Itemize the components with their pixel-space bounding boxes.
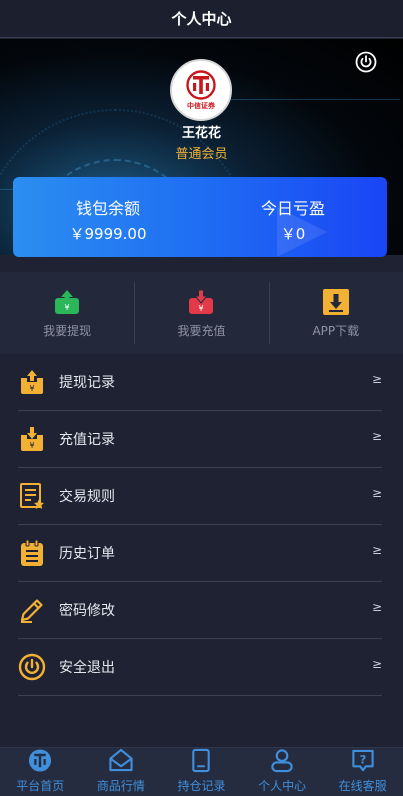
- tab-label: 在线客服: [338, 779, 387, 793]
- today-pnl: 今日亏盈 ￥0: [203, 195, 383, 244]
- rules-document-icon: [20, 483, 44, 509]
- menu-item-deposit-records[interactable]: ¥ 充值记录 ≥: [18, 411, 382, 468]
- today-pnl-value: ￥0: [280, 225, 306, 243]
- username: 王花花: [181, 126, 221, 141]
- download-icon: [322, 288, 349, 315]
- document-icon: [192, 748, 211, 773]
- chevron-right-icon: ≥: [371, 600, 382, 614]
- logo-text: 中信证券: [187, 101, 215, 110]
- svg-text:¥: ¥: [65, 303, 70, 312]
- user-icon: [271, 749, 293, 773]
- withdraw-icon: ¥: [55, 289, 80, 314]
- svg-text:¥: ¥: [199, 304, 204, 313]
- app-download-label: APP下载: [312, 323, 360, 338]
- logout-power-icon[interactable]: [355, 51, 377, 73]
- page-title: 个人中心: [171, 10, 232, 28]
- power-icon: [18, 653, 46, 681]
- svg-text:¥: ¥: [29, 441, 34, 450]
- pencil-icon: [20, 599, 43, 623]
- menu-item-logout[interactable]: 安全退出 ≥: [18, 639, 382, 696]
- wallet-balance-value: ￥9999.00: [69, 225, 147, 243]
- menu-label: 历史订单: [59, 546, 115, 562]
- svg-text:?: ?: [359, 752, 366, 766]
- deposit-button[interactable]: ¥ 我要充值: [134, 272, 268, 354]
- svg-text:¥: ¥: [29, 384, 34, 393]
- menu-item-trading-rules[interactable]: 交易规则 ≥: [18, 468, 382, 525]
- today-pnl-label: 今日亏盈: [260, 199, 325, 218]
- tab-customer-service[interactable]: ? 在线客服: [322, 748, 403, 796]
- citic-logo-icon: [186, 69, 216, 100]
- tab-home[interactable]: 平台首页: [0, 748, 81, 796]
- help-icon: ?: [351, 749, 374, 772]
- tab-positions[interactable]: 持仓记录: [161, 748, 242, 796]
- tab-label: 个人中心: [258, 779, 307, 793]
- bottom-tab-bar: 平台首页 商品行情 持仓记录 个人中心 ? 在线客服: [0, 747, 403, 796]
- withdraw-label: 我要提现: [43, 323, 92, 338]
- withdraw-button[interactable]: ¥ 我要提现: [0, 272, 134, 354]
- tab-label: 商品行情: [96, 779, 145, 793]
- member-level: 普通会员: [175, 147, 228, 162]
- menu-label: 充值记录: [59, 432, 115, 448]
- deposit-icon: ¥: [189, 289, 214, 314]
- home-logo-icon: [29, 749, 52, 772]
- app-download-button[interactable]: APP下载: [268, 272, 403, 354]
- deposit-record-icon: ¥: [21, 427, 43, 451]
- top-bar: 个人中心: [0, 0, 403, 38]
- menu-label: 提现记录: [59, 375, 115, 391]
- chevron-right-icon: ≥: [371, 429, 382, 443]
- envelope-icon: [109, 748, 133, 772]
- quick-actions: ¥ 我要提现 ¥ 我要充值 APP下载: [0, 272, 403, 354]
- tab-market[interactable]: 商品行情: [81, 748, 162, 796]
- deposit-label: 我要充值: [177, 323, 226, 338]
- avatar[interactable]: 中信证券: [170, 59, 232, 121]
- menu-item-withdraw-records[interactable]: ¥ 提现记录 ≥: [18, 354, 382, 411]
- withdraw-record-icon: ¥: [21, 370, 43, 394]
- menu-label: 交易规则: [59, 489, 115, 505]
- chevron-right-icon: ≥: [371, 657, 382, 671]
- menu-item-order-history[interactable]: 历史订单 ≥: [18, 525, 382, 582]
- wallet-balance: 钱包余额 ￥9999.00: [18, 195, 198, 244]
- chevron-right-icon: ≥: [371, 486, 382, 500]
- tab-label: 平台首页: [16, 779, 65, 793]
- tab-profile[interactable]: 个人中心: [242, 748, 323, 796]
- chevron-right-icon: ≥: [371, 543, 382, 557]
- tab-label: 持仓记录: [177, 779, 226, 793]
- menu-list: ¥ 提现记录 ≥ ¥ 充值记录 ≥ 交易规则 ≥ 历史订单 ≥ 密码修改 ≥ 安…: [18, 354, 382, 696]
- wallet-card: 钱包余额 ￥9999.00 今日亏盈 ￥0: [13, 177, 387, 257]
- order-clipboard-icon: [21, 539, 43, 566]
- chevron-right-icon: ≥: [371, 372, 382, 386]
- wallet-balance-label: 钱包余额: [75, 199, 140, 218]
- menu-label: 密码修改: [59, 603, 115, 619]
- menu-label: 安全退出: [59, 660, 115, 676]
- menu-item-change-password[interactable]: 密码修改 ≥: [18, 582, 382, 639]
